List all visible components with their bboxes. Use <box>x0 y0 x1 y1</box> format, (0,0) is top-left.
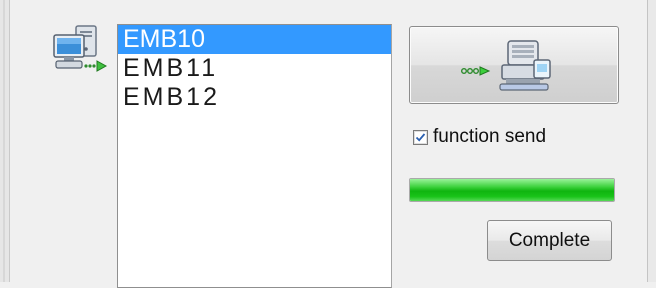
device-list[interactable]: EMB10 EMB11 EMB12 <box>117 24 392 288</box>
checkmark-icon <box>415 132 426 142</box>
function-send-option[interactable]: function send <box>413 126 546 148</box>
send-to-embroidery-machine-icon <box>460 40 551 91</box>
progress-fill <box>410 179 614 201</box>
function-send-label: function send <box>433 126 547 147</box>
complete-button[interactable]: Complete <box>487 220 612 261</box>
list-item[interactable]: EMB12 <box>118 83 391 112</box>
list-item[interactable]: EMB11 <box>118 54 391 83</box>
function-send-checkbox[interactable] <box>413 129 428 145</box>
transfer-progress-bar <box>409 178 615 202</box>
send-to-machine-button[interactable] <box>409 26 619 104</box>
list-item[interactable]: EMB10 <box>118 25 391 54</box>
window-left-border <box>0 0 10 282</box>
computer-transfer-icon <box>50 24 110 74</box>
window-right-border <box>647 0 656 282</box>
